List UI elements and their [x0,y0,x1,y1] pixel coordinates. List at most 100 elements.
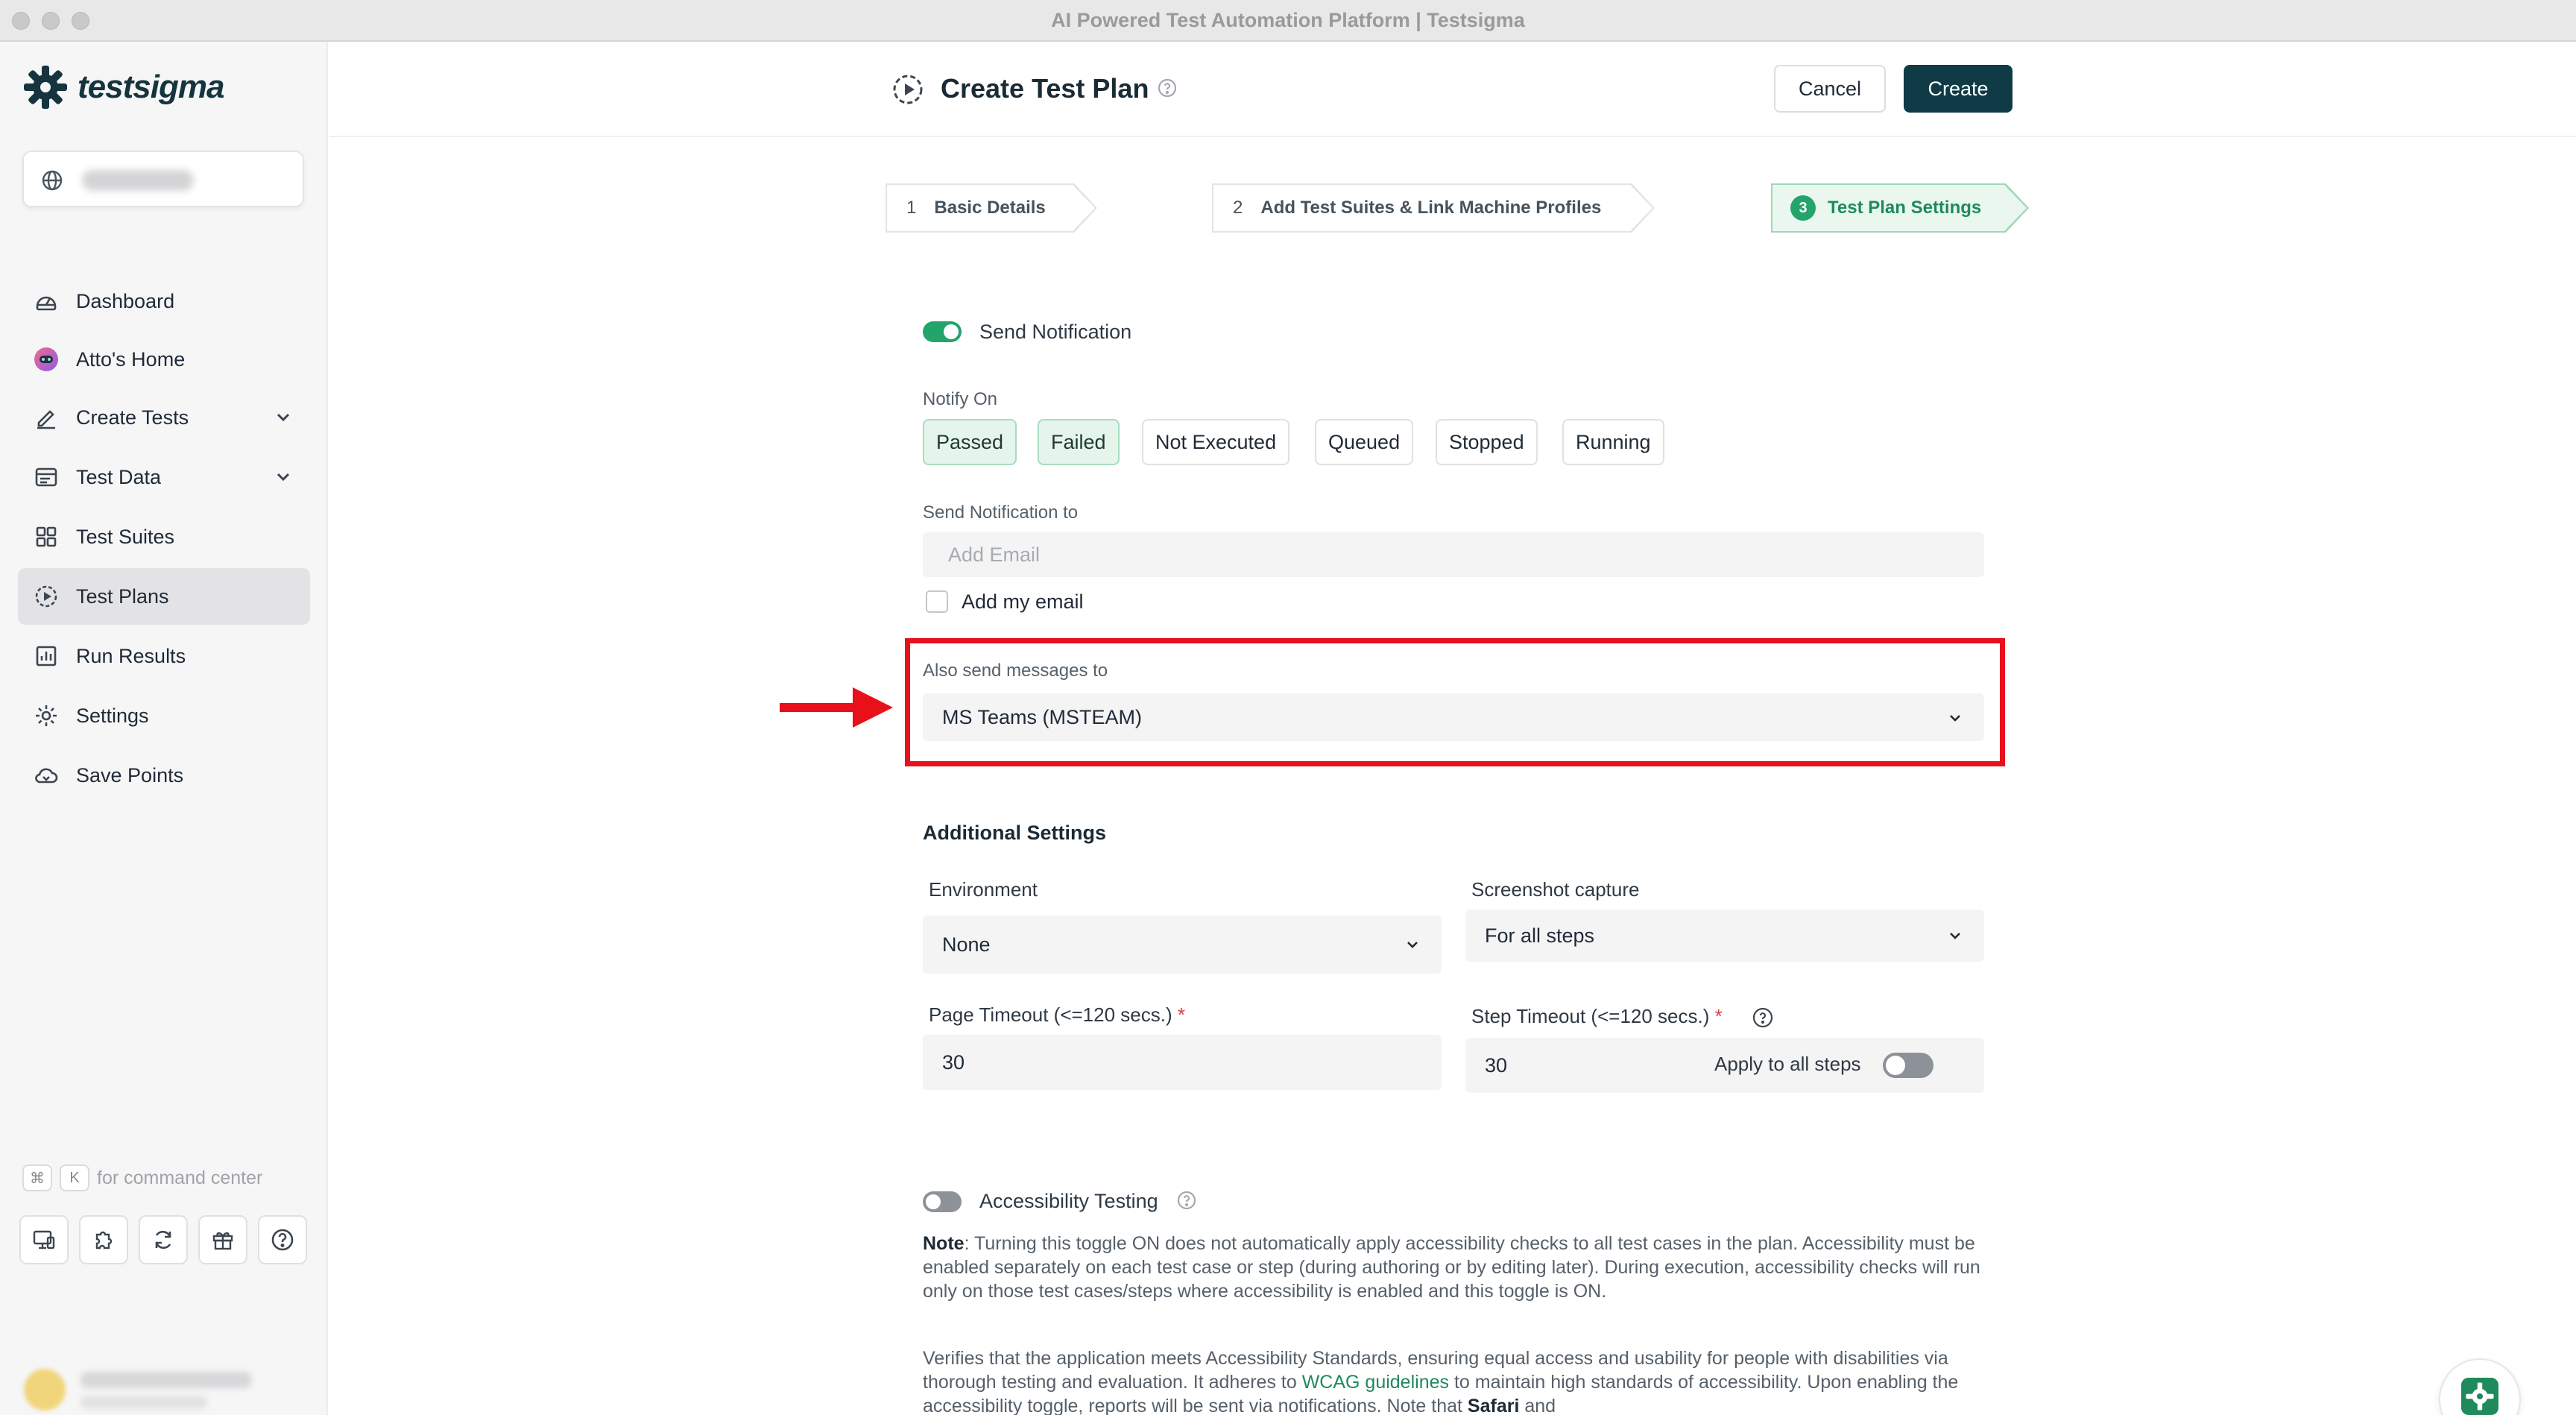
sidebar-item-settings[interactable]: Settings [18,687,310,744]
kbd-command: ⌘ [22,1165,52,1191]
step-timeout-help-icon[interactable] [1752,1006,1774,1029]
environment-value: None [942,933,991,956]
sidebar-item-label: Test Plans [76,584,169,608]
annotation-highlight-box [905,638,2005,766]
window-title-bar: AI Powered Test Automation Platform | Te… [0,0,2576,42]
page-timeout-input[interactable]: 30 [923,1035,1442,1090]
sidebar-item-dashboard[interactable]: Dashboard [18,273,310,330]
sync-icon[interactable] [139,1215,188,1264]
environment-label: Environment [929,878,1038,901]
accessibility-testing-toggle[interactable] [923,1191,962,1212]
sidebar-bottom-toolbar [19,1215,318,1264]
sidebar-item-label: Test Data [76,465,162,488]
chevron-down-icon[interactable] [273,467,294,488]
window-title: AI Powered Test Automation Platform | Te… [1051,9,1525,31]
command-center-hint: ⌘ K for command center [22,1165,262,1191]
notify-chip-not-executed[interactable]: Not Executed [1142,419,1290,465]
wcag-guidelines-link[interactable]: WCAG guidelines [1302,1372,1449,1393]
step-number: 1 [906,198,917,218]
page-timeout-label: Page Timeout (<=120 secs.) * [929,1003,1185,1027]
sidebar-item-save-points[interactable]: Save Points [18,747,310,804]
annotation-arrow-icon [780,687,893,728]
gear-icon [33,702,60,729]
send-notification-toggle[interactable] [923,321,962,342]
sidebar-item-test-plans[interactable]: Test Plans [18,568,310,625]
chevron-down-icon [1407,942,1418,948]
dashboard-gauge-icon [33,288,60,315]
required-mark: * [1177,1003,1185,1026]
step-timeout-value: 30 [1485,1053,1508,1077]
chevron-down-icon [1950,933,1960,939]
step-add-test-suites[interactable]: 2 Add Test Suites & Link Machine Profile… [1212,183,1655,233]
cancel-button[interactable]: Cancel [1774,65,1886,113]
accessibility-note: Note: Turning this toggle ON does not au… [923,1232,1989,1303]
bar-chart-icon [33,643,60,669]
testsigma-logo-icon [24,66,67,109]
sidebar-item-create-tests[interactable]: Create Tests [18,389,310,446]
workspace-switcher[interactable] [22,151,304,207]
pencil-icon [33,404,60,431]
info-help-icon[interactable] [1157,78,1178,98]
testsigma-logo-icon [2461,1378,2498,1415]
play-circle-icon [33,583,60,610]
step-label: Add Test Suites & Link Machine Profiles [1260,198,1602,218]
info-help-icon[interactable] [1176,1190,1197,1211]
globe-icon [42,170,63,191]
sidebar-item-label: Test Suites [76,525,175,548]
sidebar-item-attos-home[interactable]: Atto's Home [18,331,310,388]
notify-chip-queued[interactable]: Queued [1315,419,1414,465]
add-my-email-label: Add my email [962,590,1084,613]
help-chat-fab[interactable] [2439,1358,2521,1415]
additional-settings-title: Additional Settings [923,822,1106,844]
page-timeout-label-text: Page Timeout (<=120 secs.) [929,1003,1172,1026]
brand-logo[interactable]: testsigma [22,64,224,110]
desc-bold-safari: Safari [1467,1396,1520,1415]
notify-chip-running[interactable]: Running [1562,419,1664,465]
user-email-blurred [80,1396,207,1409]
add-my-email-checkbox[interactable] [926,590,948,613]
gift-icon[interactable] [198,1215,247,1264]
notify-chip-failed[interactable]: Failed [1038,419,1120,465]
step-test-plan-settings[interactable]: 3 Test Plan Settings [1771,183,2029,233]
sidebar: testsigma Dashboard Atto's Home Create T… [0,42,328,1415]
chevron-down-icon[interactable] [273,407,294,428]
step-basic-details[interactable]: 1 Basic Details [886,183,1097,233]
command-center-text: for command center [97,1167,263,1188]
required-mark: * [1714,1005,1723,1027]
email-input[interactable]: Add Email [923,532,1984,577]
sidebar-item-label: Run Results [76,644,186,667]
kbd-k: K [60,1165,89,1191]
sidebar-item-label: Settings [76,704,149,727]
help-icon[interactable] [258,1215,307,1264]
screenshot-label: Screenshot capture [1471,878,1640,901]
sidebar-item-run-results[interactable]: Run Results [18,628,310,684]
notify-chip-passed[interactable]: Passed [923,419,1017,465]
sidebar-item-test-suites[interactable]: Test Suites [18,508,310,565]
note-bold: Note [923,1233,965,1254]
note-text: : Turning this toggle ON does not automa… [923,1233,1980,1302]
create-button[interactable]: Create [1904,65,2012,113]
send-notification-to-label: Send Notification to [923,502,1079,523]
sidebar-item-test-data[interactable]: Test Data [18,449,310,505]
send-notification-label: Send Notification [979,321,1132,343]
step-timeout-label-text: Step Timeout (<=120 secs.) [1471,1005,1710,1027]
screenshot-select[interactable]: For all steps [1465,910,1984,962]
apply-to-all-steps-toggle[interactable] [1883,1053,1933,1078]
step-timeout-input[interactable]: 30 Apply to all steps [1465,1038,1984,1093]
sidebar-item-label: Atto's Home [76,347,186,371]
notify-chip-stopped[interactable]: Stopped [1436,419,1538,465]
environment-select[interactable]: None [923,916,1442,974]
step-label: Basic Details [934,198,1046,218]
page-title: Create Test Plan [941,73,1149,104]
puzzle-icon[interactable] [79,1215,128,1264]
notify-on-label: Notify On [923,389,998,409]
user-name-blurred [80,1372,252,1388]
user-profile-blurred[interactable] [18,1354,310,1415]
step-label: Test Plan Settings [1828,198,1982,218]
data-table-icon [33,464,60,491]
monitor-icon[interactable] [19,1215,69,1264]
apply-to-all-steps-label: Apply to all steps [1714,1053,1861,1075]
step-number: 3 [1790,195,1816,221]
sidebar-item-label: Save Points [76,763,184,787]
page-header [329,42,2576,137]
